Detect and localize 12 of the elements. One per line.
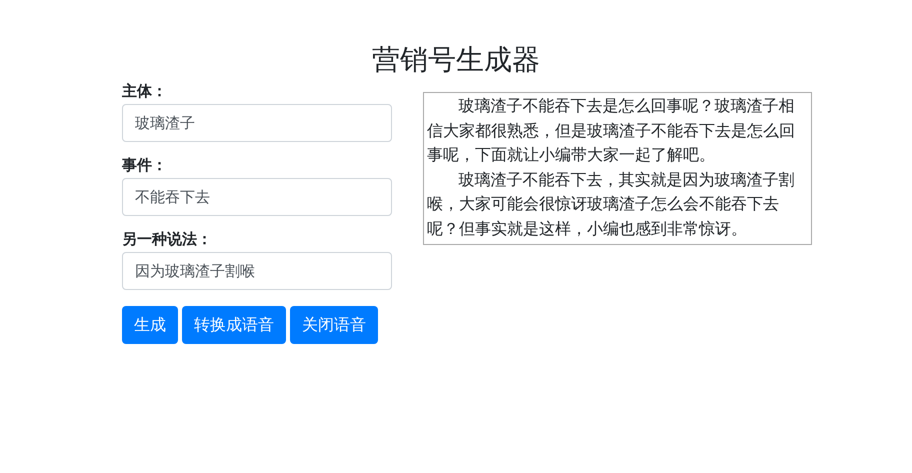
input-field[interactable]: 玻璃渣子 — [122, 104, 392, 142]
output-paragraph: 玻璃渣子不能吞下去，其实就是因为玻璃渣子割喉，大家可能会很惊讶玻璃渣子怎么会不能吞下去呢？但事实就是这样，小编也感到非常惊讶。 — [427, 170, 796, 240]
output-paragraph: 玻璃渣子不能吞下去是怎么回事呢？玻璃渣子相信大家都很熟悉，但是玻璃渣子不能吞下去是怎么回事呢，下面就让小编带大家一起了解吧。 — [427, 96, 796, 166]
input-field[interactable]: 因为玻璃渣子割喉 — [122, 252, 392, 290]
input-field[interactable]: 不能吞下去 — [122, 178, 392, 216]
field-label: 另一种说法： — [122, 230, 213, 250]
action-button[interactable]: 转换成语音 — [182, 306, 286, 344]
field-label: 事件： — [122, 156, 168, 176]
action-button[interactable]: 生成 — [122, 306, 178, 344]
page-title: 营销号生成器 — [371, 43, 541, 77]
field-label: 主体： — [122, 82, 168, 102]
action-button[interactable]: 关闭语音 — [290, 306, 378, 344]
